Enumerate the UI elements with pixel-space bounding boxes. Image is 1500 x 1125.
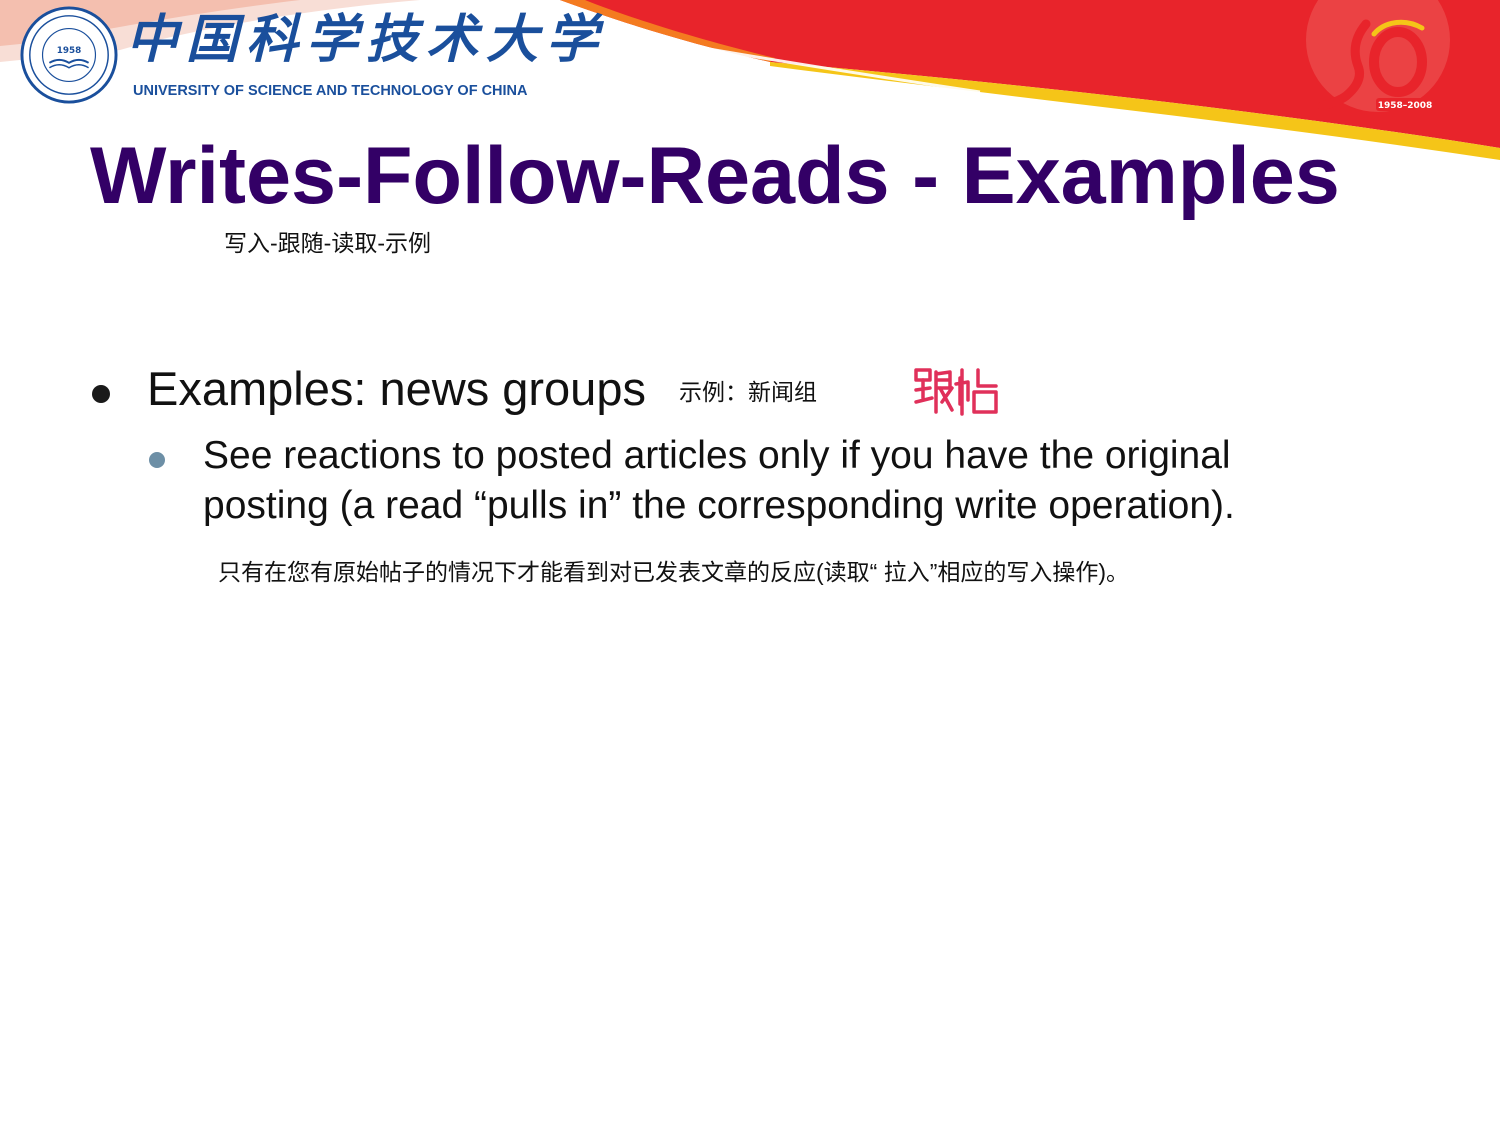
university-name-english: UNIVERSITY OF SCIENCE AND TECHNOLOGY OF …: [133, 83, 528, 99]
bullet-text: Examples: news groups: [147, 362, 646, 415]
title-chinese-note: 写入-跟随-读取-示例: [224, 230, 431, 256]
university-seal-logo: 1958: [20, 6, 118, 104]
sub-bullet-chinese-note: 只有在您有原始帖子的情况下才能看到对已发表文章的反应(读取“ 拉入”相应的写入操…: [218, 559, 1130, 585]
bullet-dot: [92, 385, 110, 403]
seal-year: 1958: [57, 46, 82, 56]
bullet-chinese-note: 示例：新闻组: [679, 379, 817, 405]
handwritten-annotation: [914, 368, 998, 416]
university-name-chinese: 中国科学技术大学: [126, 9, 607, 70]
sub-bullet-text-line-2: posting (a read “pulls in” the correspon…: [203, 484, 1235, 527]
sub-bullet-text-line-1: See reactions to posted articles only if…: [203, 434, 1231, 477]
slide: 1958 中国科学技术大学 UNIVERSITY OF SCIENCE AND …: [0, 0, 1500, 1125]
sub-bullet-dot: [149, 452, 165, 468]
slide-title: Writes-Follow-Reads - Examples: [90, 131, 1340, 221]
anniversary-years: 1958–2008: [1378, 101, 1433, 111]
anniversary-logo: 1958–2008: [1318, 19, 1434, 111]
